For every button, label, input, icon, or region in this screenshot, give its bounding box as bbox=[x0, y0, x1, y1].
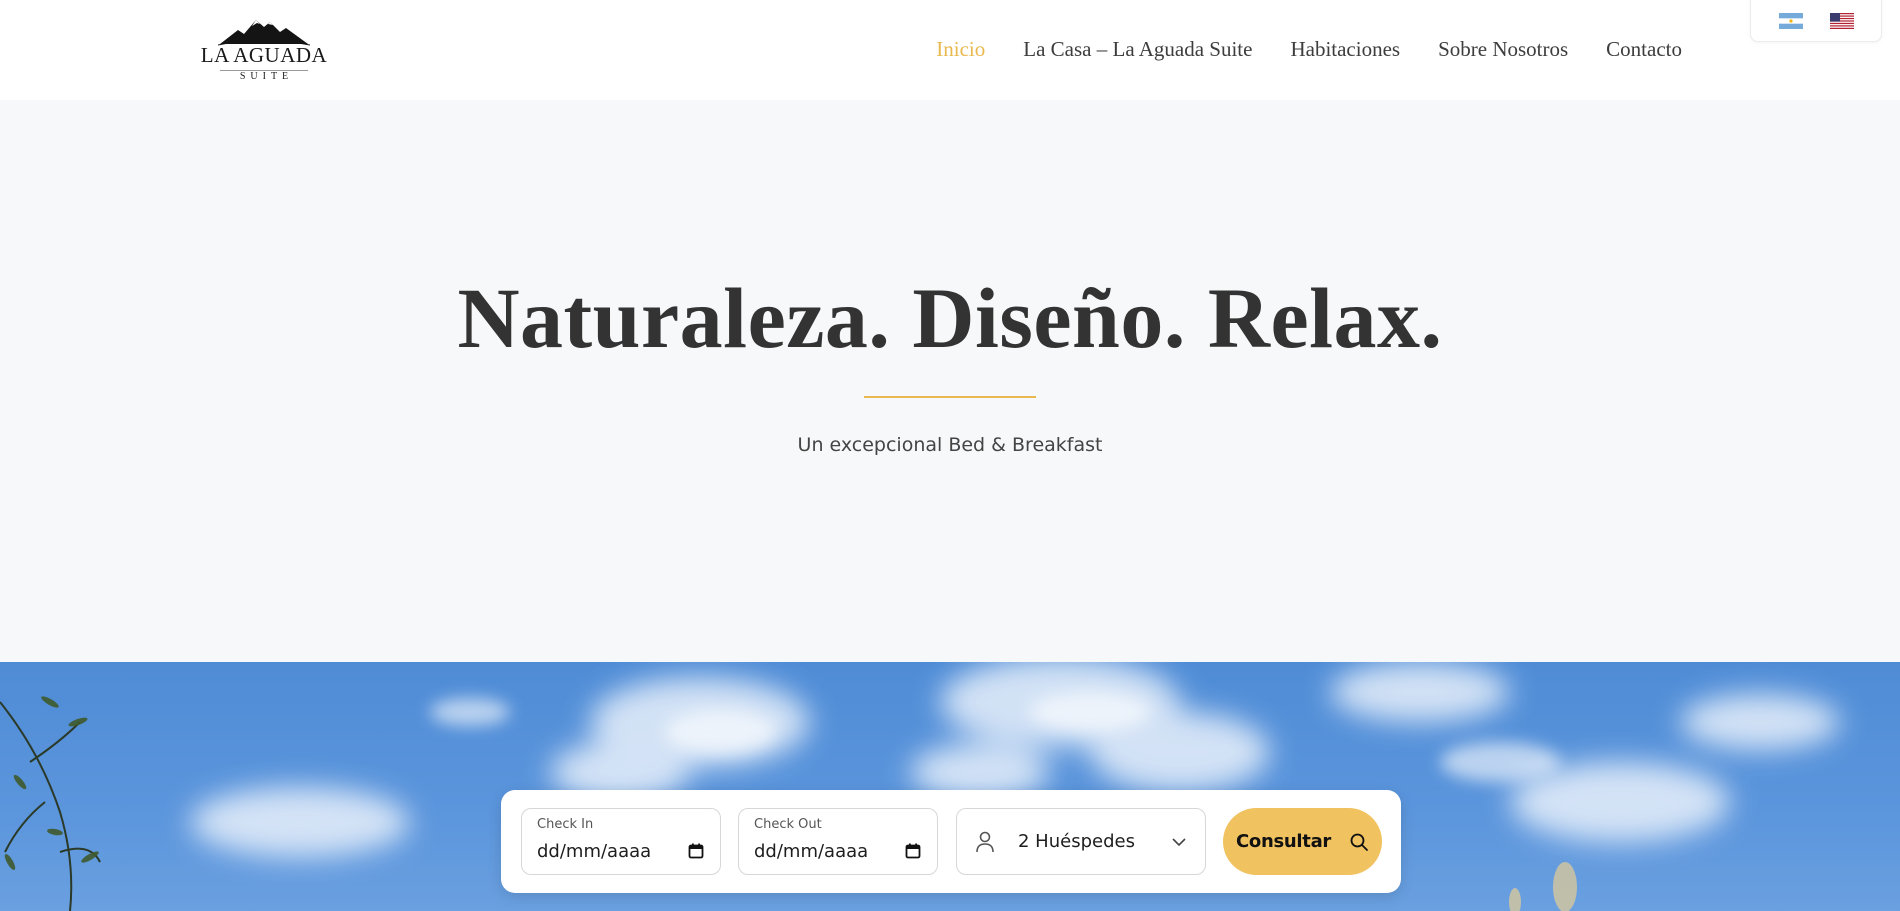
nav-item-sobre-nosotros[interactable]: Sobre Nosotros bbox=[1438, 36, 1568, 62]
hero-title: Naturaleza. Diseño. Relax. bbox=[457, 270, 1443, 366]
guests-value: 2 Huéspedes bbox=[1018, 831, 1135, 852]
nav-item-inicio[interactable]: Inicio bbox=[936, 36, 985, 62]
checkout-field[interactable]: Check Out dd/mm/aaaa bbox=[738, 808, 938, 875]
site-header: LA AGUADA SUITE Inicio La Casa – La Agua… bbox=[0, 0, 1900, 100]
guests-select[interactable]: 2 Huéspedes bbox=[956, 808, 1206, 875]
nav-item-contacto[interactable]: Contacto bbox=[1606, 36, 1682, 62]
hero-divider bbox=[864, 396, 1036, 398]
nav-item-la-casa[interactable]: La Casa – La Aguada Suite bbox=[1023, 36, 1252, 62]
search-icon bbox=[1350, 833, 1368, 851]
booking-form: Check In dd/mm/aaaa Check Out dd/mm/aaaa… bbox=[501, 790, 1401, 893]
user-icon bbox=[976, 831, 994, 853]
checkin-field[interactable]: Check In dd/mm/aaaa bbox=[521, 808, 721, 875]
consultar-label: Consultar bbox=[1235, 831, 1332, 852]
logo-name: LA AGUADA bbox=[200, 43, 328, 67]
chevron-down-icon bbox=[1172, 838, 1186, 847]
checkin-value: dd/mm/aaaa bbox=[537, 841, 652, 862]
argentina-flag-icon[interactable] bbox=[1778, 12, 1803, 29]
consultar-button[interactable]: Consultar bbox=[1223, 808, 1382, 875]
checkout-value: dd/mm/aaaa bbox=[754, 841, 869, 862]
logo-subtitle: SUITE bbox=[220, 70, 308, 83]
mountain-logo-icon bbox=[218, 20, 310, 46]
calendar-icon[interactable] bbox=[905, 843, 921, 859]
checkin-label: Check In bbox=[537, 817, 594, 832]
language-switcher bbox=[1750, 0, 1882, 42]
hero-subtitle: Un excepcional Bed & Breakfast bbox=[797, 434, 1103, 456]
checkout-label: Check Out bbox=[754, 817, 822, 832]
nav-item-habitaciones[interactable]: Habitaciones bbox=[1290, 36, 1400, 62]
usa-flag-icon[interactable] bbox=[1829, 12, 1854, 29]
main-nav: Inicio La Casa – La Aguada Suite Habitac… bbox=[936, 36, 1682, 62]
site-logo[interactable]: LA AGUADA SUITE bbox=[198, 16, 330, 82]
calendar-icon[interactable] bbox=[688, 843, 704, 859]
